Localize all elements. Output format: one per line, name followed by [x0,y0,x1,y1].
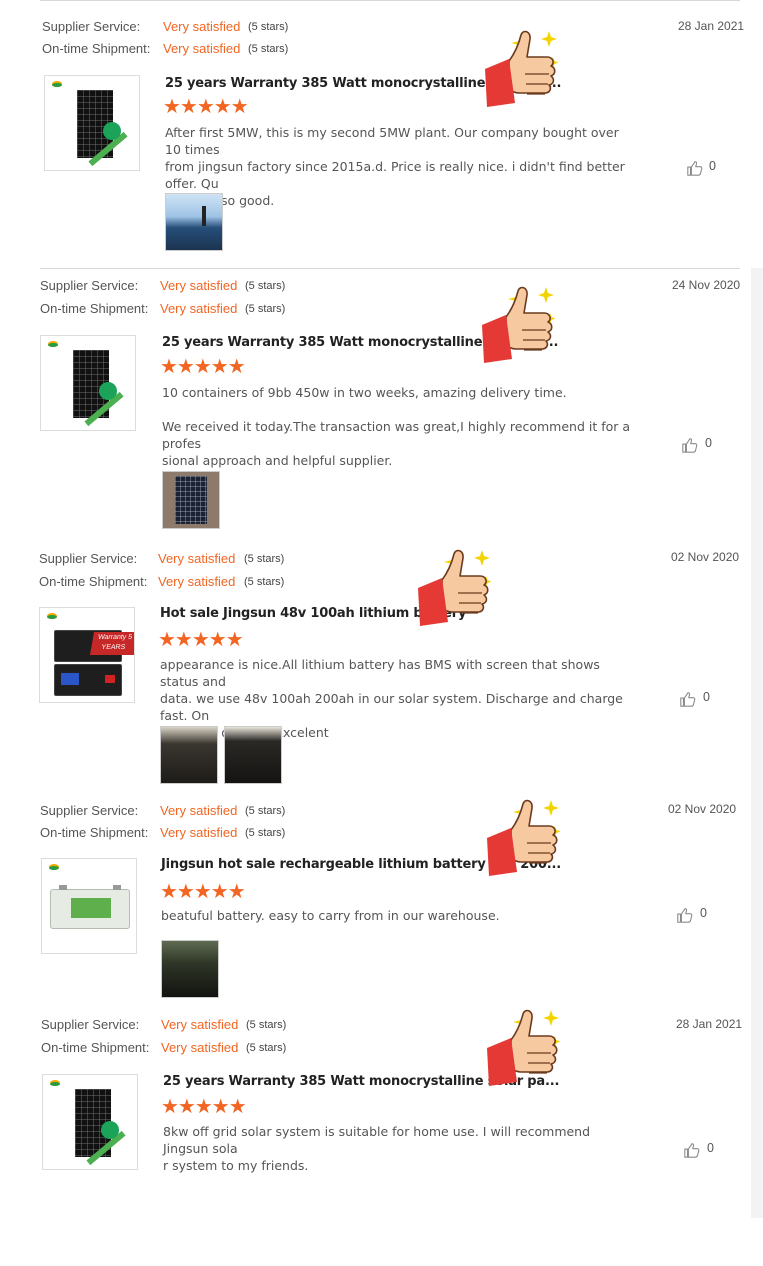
review-date: 02 Nov 2020 [668,802,737,816]
supplier-service-label: Supplier Service: [42,19,141,34]
review-text: After first 5MW, this is my second 5MW p… [165,125,625,208]
brand-logo-icon [52,81,62,87]
supplier-service-value: Very satisfied [163,19,241,34]
thumbs-up-mascot-icon [485,30,559,107]
review-divider [40,0,740,1]
thumbs-up-mascot-icon [487,1009,561,1086]
thumbs-up-mascot-icon [487,799,561,876]
ontime-shipment-label: On-time Shipment: [42,41,151,56]
supplier-service-stars: (5 stars) [245,805,286,817]
review-star-rating: ★★★★★ [160,356,246,378]
like-count: 0 [703,690,710,704]
review-date: 28 Jan 2021 [676,1017,743,1031]
12v-battery-icon [50,885,130,929]
review-photo[interactable] [224,726,282,784]
supplier-service-label: Supplier Service: [39,551,138,566]
review-date: 28 Jan 2021 [678,19,745,33]
review-card: Supplier Service: Very satisfied (5 star… [0,1006,763,1266]
product-thumbnail[interactable] [41,858,137,954]
review-card: Supplier Service: Very satisfied (5 star… [0,268,763,529]
supplier-service-stars: (5 stars) [245,280,286,292]
like-thumb-icon[interactable] [676,906,694,924]
ontime-shipment-stars: (5 stars) [246,1042,287,1054]
ontime-shipment-stars: (5 stars) [248,43,289,55]
ontime-shipment-value: Very satisfied [163,41,241,56]
ontime-shipment-value: Very satisfied [161,1040,239,1055]
review-card: Supplier Service: Very satisfied (5 star… [0,540,763,800]
ontime-shipment-stars: (5 stars) [244,576,285,588]
supplier-service-value: Very satisfied [161,1017,239,1032]
like-thumb-icon[interactable] [686,159,704,177]
review-photo[interactable] [160,726,218,784]
review-text: 8kw off grid solar system is suitable fo… [163,1124,591,1173]
like-count: 0 [709,159,716,173]
like-thumb-icon[interactable] [683,1141,701,1159]
brand-logo-icon [47,613,57,619]
badge-icon [103,122,121,140]
supplier-service-label: Supplier Service: [40,803,139,818]
review-star-rating: ★★★★★ [161,1096,247,1118]
thumbs-up-mascot-icon [418,549,492,626]
ontime-shipment-label: On-time Shipment: [39,574,148,589]
supplier-service-stars: (5 stars) [244,553,285,565]
review-divider [40,268,740,269]
thumbs-up-mascot-icon [482,286,556,363]
review-star-rating: ★★★★★ [158,629,244,651]
ontime-shipment-value: Very satisfied [160,301,238,316]
supplier-service-label: Supplier Service: [40,278,139,293]
ontime-shipment-stars: (5 stars) [245,303,286,315]
product-thumbnail[interactable] [42,1074,138,1170]
badge-icon [99,382,117,400]
like-thumb-icon[interactable] [679,690,697,708]
supplier-service-stars: (5 stars) [248,21,289,33]
like-count: 0 [705,436,712,450]
review-star-rating: ★★★★★ [163,96,249,118]
supplier-service-value: Very satisfied [158,551,236,566]
supplier-service-stars: (5 stars) [246,1019,287,1031]
review-text: beatuful battery. easy to carry from in … [161,908,500,923]
ontime-shipment-stars: (5 stars) [245,827,286,839]
ontime-shipment-label: On-time Shipment: [41,1040,150,1055]
review-date: 02 Nov 2020 [671,550,740,564]
brand-logo-icon [50,1080,60,1086]
like-thumb-icon[interactable] [681,436,699,454]
review-photo[interactable] [165,193,223,251]
product-thumbnail[interactable]: Warranty 5 YEARS [39,607,135,703]
product-thumbnail[interactable] [40,335,136,431]
supplier-service-label: Supplier Service: [41,1017,140,1032]
review-text: 10 containers of 9bb 450w in two weeks, … [162,385,631,468]
brand-logo-icon [49,864,59,870]
ontime-shipment-label: On-time Shipment: [40,825,149,840]
review-date: 24 Nov 2020 [672,278,741,292]
ontime-shipment-value: Very satisfied [158,574,236,589]
warranty-tag: Warranty 5 YEARS [89,632,134,655]
review-photo[interactable] [162,471,220,529]
badge-icon [101,1121,119,1139]
review-photo[interactable] [161,940,219,998]
brand-logo-icon [48,341,58,347]
supplier-service-value: Very satisfied [160,278,238,293]
lithium-battery-icon [54,664,122,696]
ontime-shipment-value: Very satisfied [160,825,238,840]
like-count: 0 [700,906,707,920]
ontime-shipment-label: On-time Shipment: [40,301,149,316]
product-thumbnail[interactable] [44,75,140,171]
review-star-rating: ★★★★★ [160,881,246,903]
review-card: Supplier Service: Very satisfied (5 star… [0,0,763,260]
like-count: 0 [707,1141,714,1155]
supplier-service-value: Very satisfied [160,803,238,818]
